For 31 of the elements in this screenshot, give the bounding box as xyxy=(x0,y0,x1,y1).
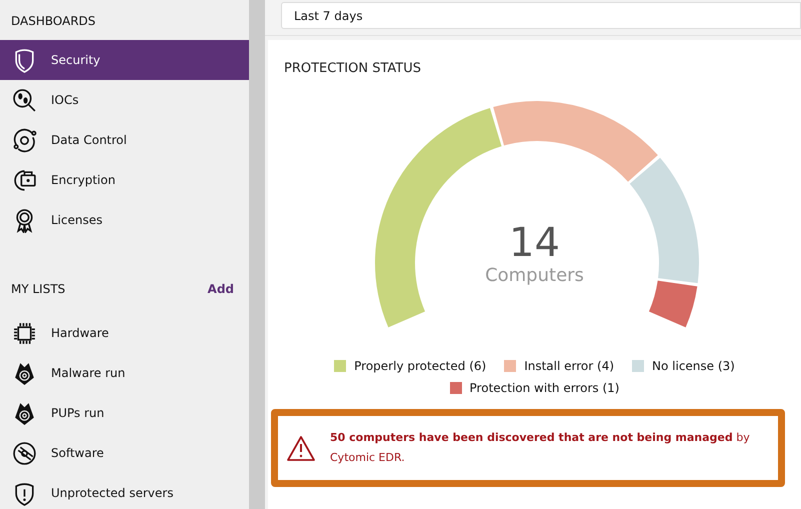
chip-icon xyxy=(12,320,37,346)
warning-icon xyxy=(286,434,316,462)
legend-label: No license (3) xyxy=(652,358,735,375)
sidebar-item[interactable]: Data Control xyxy=(0,120,249,160)
orbit-icon xyxy=(12,128,37,152)
section-heading: DASHBOARDS xyxy=(11,14,96,28)
sidebar-item[interactable]: Encryption xyxy=(0,160,249,200)
legend-label: Properly protected (6) xyxy=(354,358,486,375)
alert-message: 50 computers have been discovered that are not being managed by Cytomic EDR. xyxy=(330,430,751,466)
legend-label: Protection with errors (1) xyxy=(470,380,620,397)
target-bug-icon xyxy=(12,360,37,386)
total-label: Computers xyxy=(485,265,584,287)
total-count: 14 xyxy=(509,221,560,265)
sidebar-item[interactable]: Unprotected servers xyxy=(0,473,249,509)
card-title: PROTECTION STATUS xyxy=(284,61,421,76)
sidebar-item[interactable]: IOCs xyxy=(0,80,249,120)
legend-label: Install error (4) xyxy=(524,358,614,375)
sidebar-item[interactable]: Licenses xyxy=(0,200,249,240)
disc-icon xyxy=(12,440,37,466)
section-heading: MY LISTS xyxy=(11,281,66,298)
add-link[interactable]: Add xyxy=(208,280,234,298)
date-range-dropdown[interactable]: Last 7 days xyxy=(281,2,801,29)
disc-lock-icon xyxy=(12,168,37,192)
sidebar-item[interactable]: Security xyxy=(0,40,249,80)
sidebar-item[interactable]: PUPs run xyxy=(0,393,249,433)
sidebar-item[interactable]: Malware run xyxy=(0,353,249,393)
target-bug-icon xyxy=(12,400,37,426)
magnifier-icon xyxy=(12,88,37,112)
sidebar-item[interactable]: Hardware xyxy=(0,313,249,353)
sidebar-item[interactable]: Software xyxy=(0,433,249,473)
scrollbar[interactable] xyxy=(249,0,265,509)
